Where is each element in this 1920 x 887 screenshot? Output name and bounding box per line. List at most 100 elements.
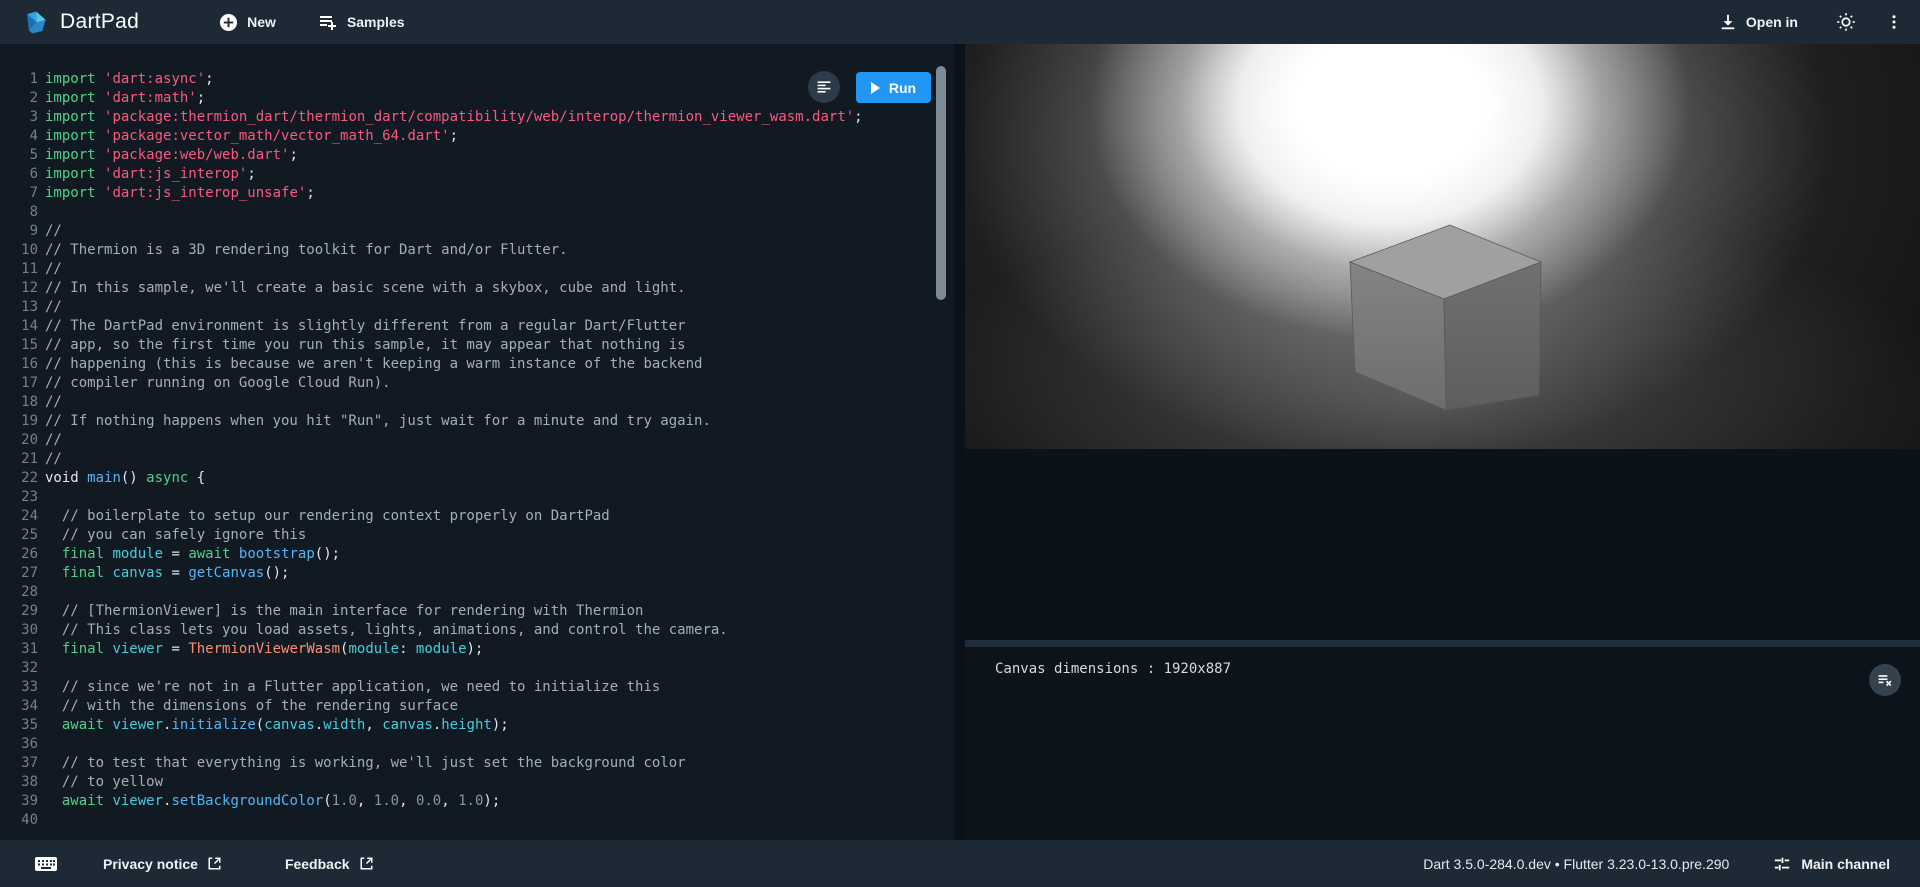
header-right: Open in [1719, 4, 1920, 40]
code-line[interactable]: 16// happening (this is because we aren'… [0, 355, 955, 374]
line-code: // If nothing happens when you hit "Run"… [45, 412, 711, 431]
overflow-menu-button[interactable] [1876, 4, 1912, 40]
line-code: // happening (this is because we aren't … [45, 355, 702, 374]
code-line[interactable]: 20// [0, 431, 955, 450]
run-button[interactable]: Run [856, 72, 931, 103]
line-code: // The DartPad environment is slightly d… [45, 317, 686, 336]
line-number: 6 [0, 165, 38, 184]
app-header: DartPad New Samples [0, 0, 1920, 44]
code-line[interactable]: 24 // boilerplate to setup our rendering… [0, 507, 955, 526]
theme-toggle-button[interactable] [1828, 4, 1864, 40]
line-code: import 'package:thermion_dart/thermion_d… [45, 108, 863, 127]
line-number: 26 [0, 545, 38, 564]
code-line[interactable]: 8 [0, 203, 955, 222]
line-number: 38 [0, 773, 38, 792]
line-number: 23 [0, 488, 38, 507]
samples-button-label: Samples [347, 14, 405, 30]
line-number: 3 [0, 108, 38, 127]
clear-console-button[interactable] [1869, 664, 1901, 696]
code-line[interactable]: 19// If nothing happens when you hit "Ru… [0, 412, 955, 431]
code-line[interactable]: 7import 'dart:js_interop_unsafe'; [0, 184, 955, 203]
line-code: import 'package:web/web.dart'; [45, 146, 298, 165]
code-line[interactable]: 29 // [ThermionViewer] is the main inter… [0, 602, 955, 621]
code-line[interactable]: 5 import 'package:web/web.dart'; [0, 146, 955, 165]
line-code: import 'dart:js_interop'; [45, 165, 256, 184]
run-button-label: Run [889, 80, 916, 96]
code-line[interactable]: 3 import 'package:thermion_dart/thermion_… [0, 108, 955, 127]
code-line[interactable]: 26 final module = await bootstrap(); [0, 545, 955, 564]
code-line[interactable]: 21// [0, 450, 955, 469]
code-line[interactable]: 17// compiler running on Google Cloud Ru… [0, 374, 955, 393]
code-line[interactable]: 30 // This class lets you load assets, l… [0, 621, 955, 640]
sdk-version-text: Dart 3.5.0-284.0.dev • Flutter 3.23.0-13… [1423, 856, 1729, 872]
line-number: 29 [0, 602, 38, 621]
line-code: void main() async { [45, 469, 205, 488]
privacy-notice-link[interactable]: Privacy notice [103, 856, 222, 872]
vertical-dots-icon [1885, 13, 1903, 31]
code-line[interactable]: 36 [0, 735, 955, 754]
line-code: // app, so the first time you run this s… [45, 336, 686, 355]
code-line[interactable]: 35 await viewer.initialize(canvas.width,… [0, 716, 955, 735]
code-line[interactable]: 12// In this sample, we'll create a basi… [0, 279, 955, 298]
code-editor[interactable]: 1import 'dart:async';2import 'dart:math'… [0, 44, 955, 840]
editor-scrollbar-thumb[interactable] [936, 66, 946, 300]
line-number: 8 [0, 203, 38, 222]
code-line[interactable]: 38 // to yellow [0, 773, 955, 792]
line-number: 25 [0, 526, 38, 545]
playlist-remove-icon [1877, 672, 1893, 688]
line-number: 7 [0, 184, 38, 203]
line-code: await viewer.setBackgroundColor(1.0, 1.0… [45, 792, 500, 811]
channel-selector[interactable]: Main channel [1773, 855, 1890, 873]
code-line[interactable]: 32 [0, 659, 955, 678]
console-panel: Canvas dimensions : 1920x887 [965, 647, 1920, 840]
line-number: 30 [0, 621, 38, 640]
code-line[interactable]: 6 import 'dart:js_interop'; [0, 165, 955, 184]
line-number: 32 [0, 659, 38, 678]
code-line[interactable]: 4import 'package:vector_math/vector_math… [0, 127, 955, 146]
render-canvas[interactable] [965, 44, 1920, 449]
format-button[interactable] [808, 71, 840, 103]
code-line[interactable]: 39 await viewer.setBackgroundColor(1.0, … [0, 792, 955, 811]
feedback-label: Feedback [285, 856, 350, 872]
dartpad-logo-icon [22, 9, 49, 36]
line-number: 9 [0, 222, 38, 241]
external-link-icon [207, 856, 222, 871]
code-line[interactable]: 31 final viewer = ThermionViewerWasm(mod… [0, 640, 955, 659]
code-line[interactable]: 33 // since we're not in a Flutter appli… [0, 678, 955, 697]
console-splitter[interactable] [965, 640, 1920, 647]
code-line[interactable]: 28 [0, 583, 955, 602]
footer-right: Dart 3.5.0-284.0.dev • Flutter 3.23.0-13… [1423, 855, 1920, 873]
preview-pane: Canvas dimensions : 1920x887 [965, 44, 1920, 840]
code-line[interactable]: 11// [0, 260, 955, 279]
code-line[interactable]: 9// [0, 222, 955, 241]
line-number: 5 [0, 146, 38, 165]
code-line[interactable]: 23 [0, 488, 955, 507]
line-number: 2 [0, 89, 38, 108]
line-number: 15 [0, 336, 38, 355]
code-line[interactable]: 37 // to test that everything is working… [0, 754, 955, 773]
preview-empty-area [965, 449, 1920, 640]
code-line[interactable]: 34 // with the dimensions of the renderi… [0, 697, 955, 716]
code-line[interactable]: 40 [0, 811, 955, 830]
samples-button[interactable]: Samples [318, 12, 405, 32]
tune-sliders-icon [1773, 855, 1791, 873]
open-in-button[interactable]: Open in [1719, 13, 1798, 31]
code-line[interactable]: 27 final canvas = getCanvas(); [0, 564, 955, 583]
code-line[interactable]: 25 // you can safely ignore this [0, 526, 955, 545]
new-button[interactable]: New [219, 13, 276, 32]
line-number: 28 [0, 583, 38, 602]
code-line[interactable]: 10// Thermion is a 3D rendering toolkit … [0, 241, 955, 260]
feedback-link[interactable]: Feedback [285, 856, 374, 872]
code-line[interactable]: 18// [0, 393, 955, 412]
keyboard-icon [34, 855, 58, 873]
download-icon [1719, 13, 1737, 31]
code-line[interactable]: 13// [0, 298, 955, 317]
code-line[interactable]: 22void main() async { [0, 469, 955, 488]
plus-circle-icon [219, 13, 238, 32]
line-number: 10 [0, 241, 38, 260]
code-line[interactable]: 14// The DartPad environment is slightly… [0, 317, 955, 336]
line-code: // [45, 393, 62, 412]
playlist-add-icon [318, 12, 338, 32]
code-line[interactable]: 15 // app, so the first time you run this… [0, 336, 955, 355]
keyboard-shortcuts-button[interactable] [34, 855, 58, 873]
